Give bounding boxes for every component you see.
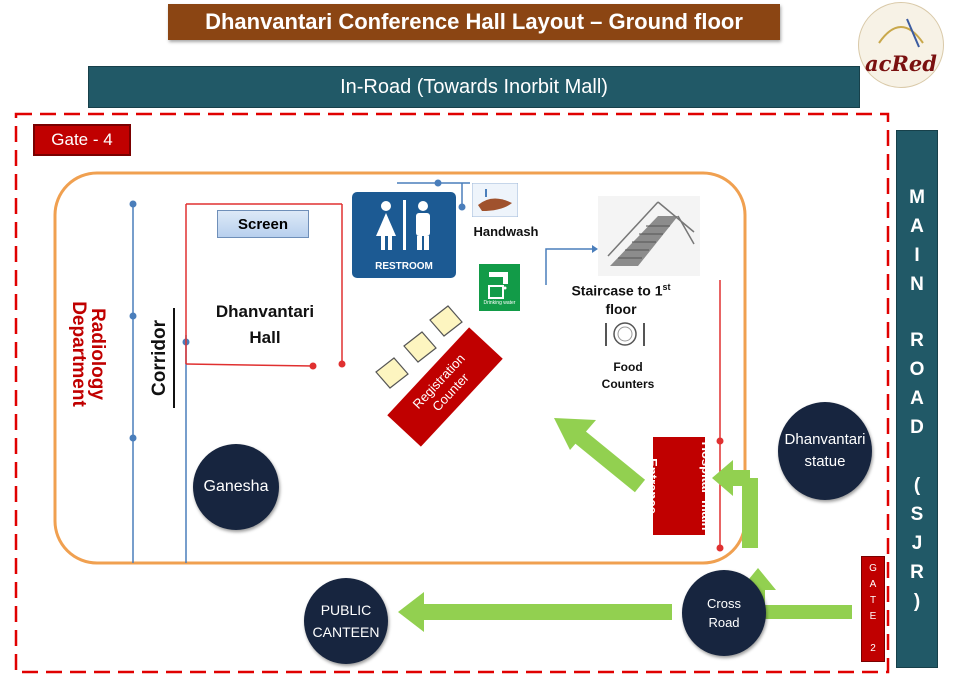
- hospital-main-entrance: Hospital main Entrance: [645, 437, 714, 535]
- hospital-entrance-text: Hospital main Entrance: [645, 437, 714, 535]
- main-road-letter: R: [910, 562, 924, 583]
- gate-2-letter: G: [869, 563, 877, 574]
- cross-road-circle: Cross Road: [682, 570, 766, 656]
- hospital-line: Entrance: [645, 458, 660, 514]
- main-road-letter: J: [911, 533, 923, 554]
- gate-2-letter: A: [869, 579, 877, 590]
- gate-2-letter: T: [869, 595, 877, 606]
- staircase-line: floor: [605, 300, 637, 317]
- hall-line: Hall: [249, 328, 281, 347]
- statue-line: Dhanvantari: [784, 431, 866, 448]
- canteen-line: CANTEEN: [312, 624, 380, 640]
- hall-line: Dhanvantari: [215, 302, 315, 321]
- main-road-letter: N: [910, 274, 924, 295]
- main-road-letter: A: [910, 216, 924, 237]
- corridor-dot: [129, 200, 137, 208]
- statue-line: statue: [804, 453, 846, 470]
- corridor-dot: [129, 434, 137, 442]
- food-line: Counters: [601, 377, 655, 391]
- staircase-line: Staircase to 1: [571, 282, 663, 299]
- restroom-people-icon: [376, 200, 430, 250]
- canteen-line: PUBLIC: [320, 602, 372, 618]
- food-counters-label: Food Counters: [586, 359, 670, 393]
- staircase-label: Staircase to 1st floor: [556, 278, 686, 318]
- drinking-water-sign: Drinking water: [479, 264, 520, 311]
- corridor-dot: [129, 312, 137, 320]
- radiology-line: Department: [68, 301, 89, 407]
- gate-2-letter: 2: [870, 643, 876, 654]
- chair-icon: [375, 357, 409, 389]
- radiology-department-label-2: Department: [64, 284, 90, 424]
- handwash-icon: [472, 183, 518, 217]
- hall-door-dot: [338, 360, 346, 368]
- main-road-letter: O: [909, 359, 925, 380]
- hospital-line: Hospital main: [699, 441, 714, 531]
- main-road: M A I N R O A D ( S J R ): [896, 130, 938, 668]
- drinking-water-label: Drinking water: [483, 300, 516, 306]
- main-road-letter: ): [913, 591, 921, 612]
- cross-road-line: Cross: [707, 596, 741, 611]
- staircase-superscript: st: [662, 282, 671, 292]
- chair-icon: [429, 305, 463, 337]
- restroom-label: RESTROOM: [375, 261, 433, 272]
- food-line: Food: [613, 360, 643, 374]
- dhanvantari-hall-label: Dhanvantari Hall: [195, 299, 335, 351]
- gate-2-label: G A T E 2: [861, 556, 885, 662]
- cross-road-line: Road: [708, 615, 740, 630]
- cutlery-plate-icon: [605, 322, 645, 346]
- restroom-dot: [458, 203, 466, 211]
- main-road-letter: I: [914, 245, 920, 266]
- restroom-dot: [434, 179, 442, 187]
- handwash-label: Handwash: [473, 224, 539, 239]
- chair-icon: [403, 331, 437, 363]
- entrance-dot: [716, 544, 724, 552]
- staircase-icon: [598, 196, 700, 276]
- ganesha-circle: Ganesha: [193, 444, 279, 530]
- main-road-letter: M: [909, 187, 925, 208]
- main-road-letter: D: [910, 417, 924, 438]
- arrow-to-canteen-head: [398, 592, 424, 632]
- hall-door-dot: [309, 362, 317, 370]
- restroom-sign: RESTROOM: [352, 192, 456, 278]
- gate-2-letter: E: [869, 611, 877, 622]
- hall-wall-bottom: [185, 363, 314, 367]
- gate-4-label: Gate - 4: [33, 124, 131, 156]
- main-road-letter: A: [910, 388, 924, 409]
- main-road-letter: S: [910, 504, 924, 525]
- main-road-letter: (: [913, 475, 921, 496]
- public-canteen-circle: PUBLIC CANTEEN: [304, 578, 388, 664]
- corridor-label: Corridor: [149, 308, 175, 408]
- tap-icon: [488, 272, 508, 299]
- screen-label: Screen: [217, 210, 309, 238]
- main-road-letter: R: [910, 330, 924, 351]
- dhanvantari-statue-circle: Dhanvantari statue: [778, 402, 872, 500]
